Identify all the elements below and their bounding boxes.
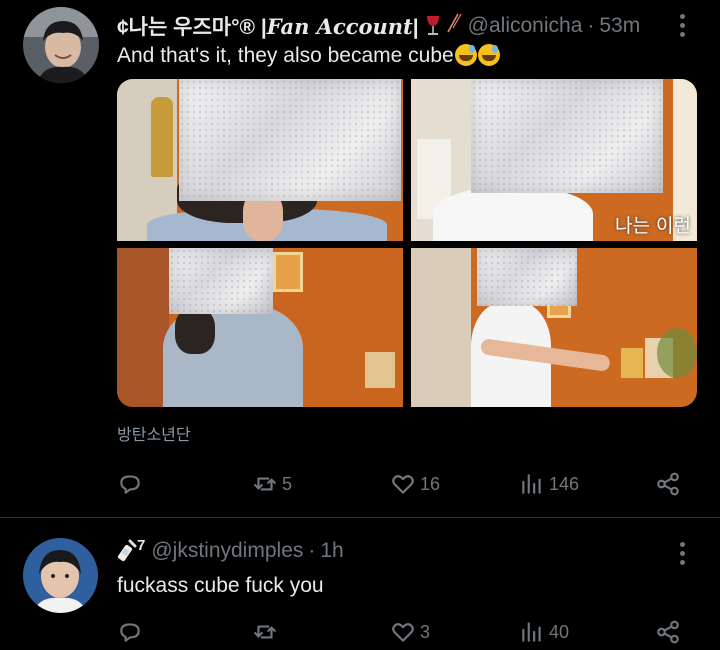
avatar[interactable] — [23, 538, 98, 613]
sweat-smile-emoji — [477, 44, 500, 66]
reply-icon — [120, 623, 140, 642]
tweet-text: And that's it, they also became cube — [117, 44, 500, 68]
share-icon — [657, 620, 679, 644]
slash-mark — [444, 12, 462, 40]
topic-tag[interactable]: 방탄소년단 — [117, 421, 191, 445]
reply-button[interactable] — [117, 471, 147, 497]
timestamp[interactable]: 53m — [599, 14, 640, 38]
action-bar: 5 16 146 — [117, 471, 697, 501]
retweet-button[interactable] — [252, 619, 282, 645]
avatar[interactable] — [23, 7, 99, 83]
media-image[interactable] — [117, 79, 403, 241]
reply-button[interactable] — [117, 619, 147, 645]
sweat-smile-emoji — [454, 44, 477, 66]
timestamp[interactable]: 1h — [320, 539, 343, 563]
share-button[interactable] — [655, 471, 681, 497]
display-name[interactable]: 7 — [137, 537, 145, 554]
user-handle[interactable]: @aliconicha — [468, 14, 583, 38]
tweet-text: fuckass cube fuck you — [117, 574, 324, 597]
action-bar: 3 40 — [117, 619, 697, 649]
retweet-button[interactable]: 5 — [252, 471, 292, 497]
like-button[interactable]: 16 — [390, 471, 440, 497]
like-icon — [392, 475, 414, 494]
views-button[interactable]: 40 — [519, 619, 569, 645]
more-icon[interactable] — [680, 542, 686, 565]
retweet-icon — [254, 625, 276, 639]
share-button[interactable] — [655, 619, 681, 645]
views-icon — [522, 622, 541, 642]
media-image[interactable]: 나는 이런 — [411, 79, 697, 241]
like-button[interactable]: 3 — [390, 619, 430, 645]
retweet-icon — [254, 477, 276, 491]
tweet[interactable]: ¢나는 우즈마°® |Fan Account| @aliconicha · 53… — [0, 0, 720, 518]
media-grid[interactable]: 나는 이런 — [117, 79, 697, 407]
share-icon — [657, 472, 679, 496]
views-icon — [522, 474, 541, 494]
user-handle[interactable]: @jkstinydimples — [151, 539, 303, 563]
media-caption: 나는 이런 — [615, 215, 691, 237]
display-name[interactable]: ¢나는 우즈마°® |Fan Account| — [117, 11, 419, 41]
media-image[interactable] — [117, 248, 403, 407]
reply-icon — [120, 475, 140, 494]
media-image[interactable] — [411, 248, 697, 407]
like-icon — [392, 623, 414, 642]
views-button[interactable]: 146 — [519, 471, 579, 497]
tweet[interactable]: 7 @jkstinydimples · 1h fuckass cube fuck… — [0, 519, 720, 650]
wine-glass-icon — [424, 15, 442, 37]
baby-bottle-icon — [117, 539, 137, 563]
more-icon[interactable] — [680, 14, 686, 37]
